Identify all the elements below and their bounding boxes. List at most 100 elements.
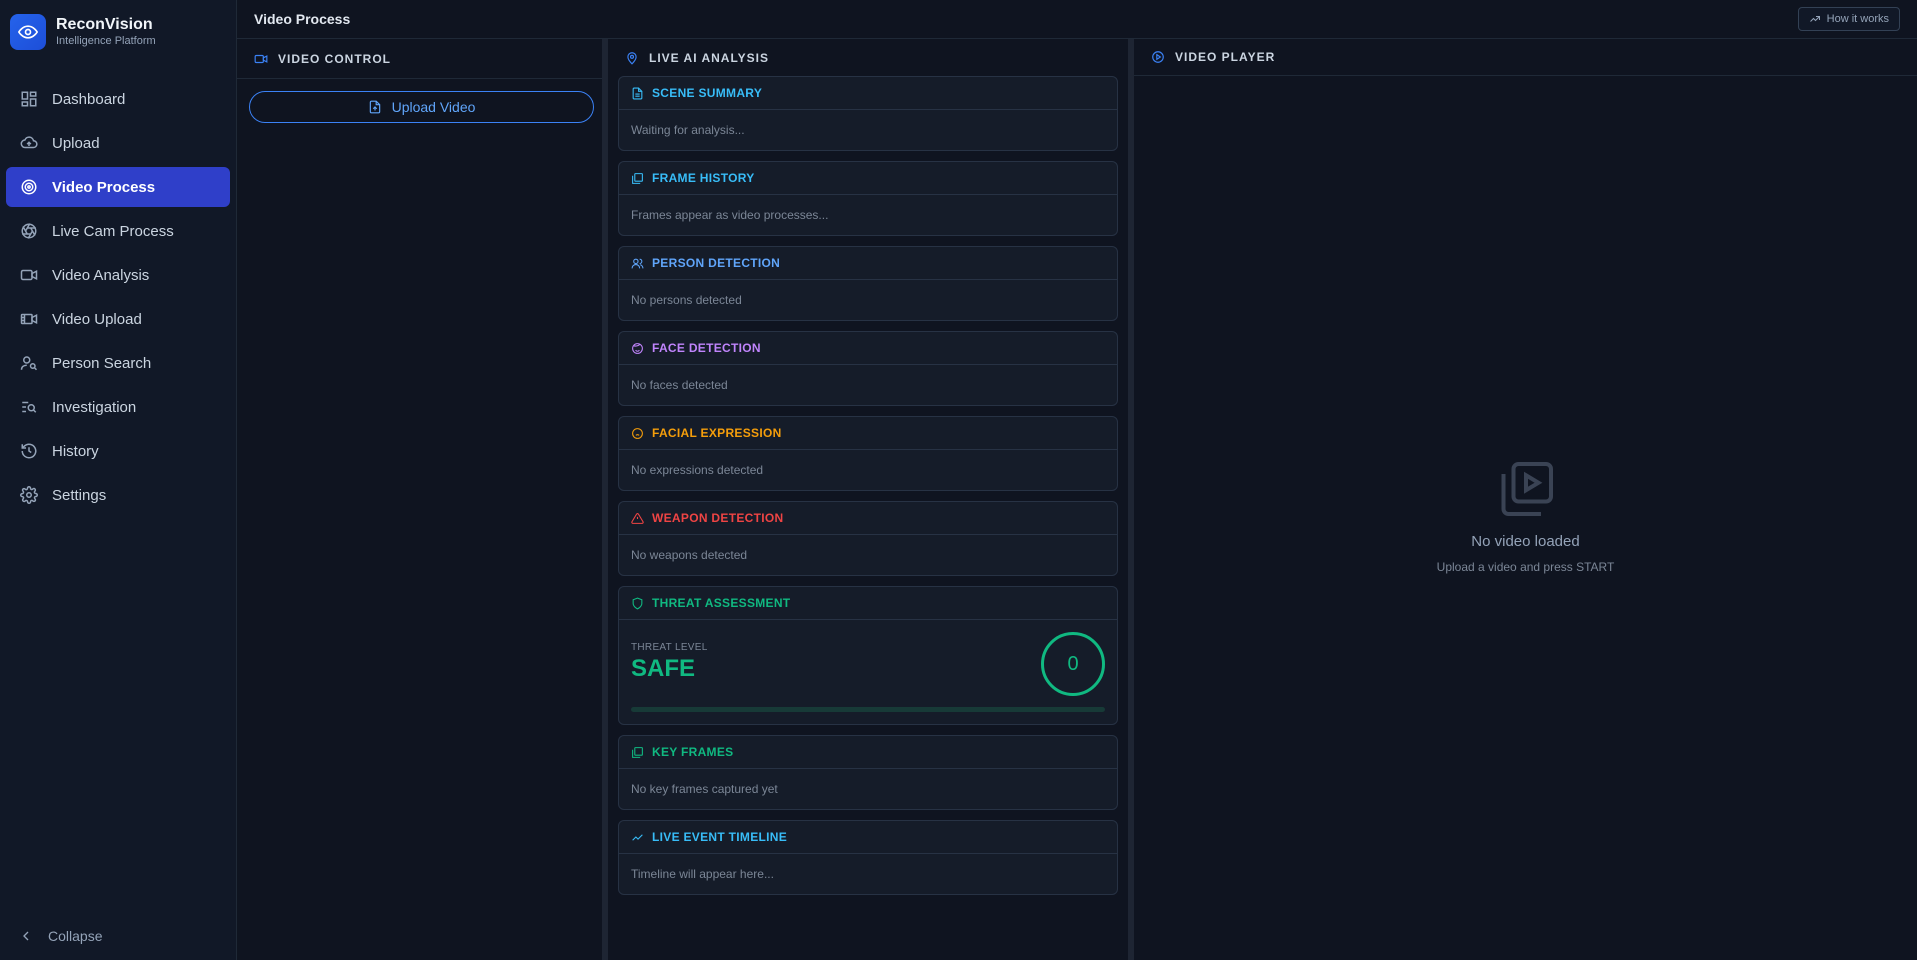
threat-level-label: THREAT LEVEL	[631, 642, 708, 653]
eye-icon	[10, 14, 46, 50]
face-icon	[632, 342, 643, 354]
video-player-header: VIDEO PLAYER	[1134, 39, 1917, 76]
card-text: No weapons detected	[631, 548, 748, 562]
cloud-upload-icon	[20, 136, 38, 149]
card-header: LIVE EVENT TIMELINE	[619, 821, 1117, 854]
video-control-panel: VIDEO CONTROL Upload Video	[237, 39, 608, 960]
live-ai-analysis-panel: LIVE AI ANALYSIS SCENE SUMMARY Waiting f…	[608, 39, 1134, 960]
how-it-works-button[interactable]: How it works	[1797, 7, 1900, 31]
card-title: FACIAL EXPRESSION	[652, 426, 782, 440]
card-header: PERSON DETECTION	[619, 247, 1117, 280]
shield-icon	[632, 597, 643, 610]
video-camera-icon	[20, 269, 38, 281]
card-header: FACIAL EXPRESSION	[619, 417, 1117, 450]
panel-title: VIDEO CONTROL	[278, 51, 392, 66]
video-camera-icon	[254, 54, 268, 63]
player-empty-state: No video loaded Upload a video and press…	[1134, 459, 1917, 574]
key-frames-card: KEY FRAMES No key frames captured yet	[618, 735, 1118, 810]
sidebar-item-video-upload[interactable]: Video Upload	[6, 299, 230, 339]
card-title: THREAT ASSESSMENT	[652, 596, 791, 610]
sidebar-item-label: Investigation	[52, 398, 137, 416]
card-text: Timeline will appear here...	[631, 867, 774, 881]
users-icon	[631, 258, 644, 268]
card-title: LIVE EVENT TIMELINE	[652, 830, 788, 844]
threat-progress-bar	[631, 707, 1105, 712]
scene-summary-card: SCENE SUMMARY Waiting for analysis...	[618, 76, 1118, 151]
sidebar-item-label: Video Process	[52, 178, 156, 196]
sidebar-item-settings[interactable]: Settings	[6, 475, 230, 515]
sidebar-item-label: Upload	[52, 134, 100, 152]
brand-subtitle: Intelligence Platform	[56, 34, 156, 47]
sidebar-item-label: Settings	[52, 486, 107, 504]
upload-video-button[interactable]: Upload Video	[249, 91, 594, 123]
card-header: KEY FRAMES	[619, 736, 1117, 769]
card-text: Frames appear as video processes...	[631, 208, 829, 222]
page-title: Video Process	[254, 11, 351, 27]
sidebar: ReconVision Intelligence Platform Dashbo…	[0, 0, 237, 960]
card-title: FACE DETECTION	[652, 341, 761, 355]
card-text: Waiting for analysis...	[631, 123, 745, 137]
location-pin-icon	[627, 51, 637, 65]
list-search-icon	[22, 401, 37, 413]
person-detection-card: PERSON DETECTION No persons detected	[618, 246, 1118, 321]
card-title: PERSON DETECTION	[652, 256, 781, 270]
panel-title: VIDEO PLAYER	[1175, 50, 1276, 64]
target-icon	[21, 179, 37, 195]
history-icon	[21, 443, 37, 459]
sidebar-item-label: Video Analysis	[52, 266, 150, 284]
card-title: SCENE SUMMARY	[652, 86, 763, 100]
empty-title: No video loaded	[1471, 533, 1580, 550]
play-circle-icon	[1152, 51, 1164, 63]
brand[interactable]: ReconVision Intelligence Platform	[0, 0, 236, 64]
threat-score: 0	[1067, 652, 1079, 675]
trend-icon	[632, 833, 643, 841]
sidebar-item-person-search[interactable]: Person Search	[6, 343, 230, 383]
collapse-label: Collapse	[48, 928, 103, 944]
how-it-works-label: How it works	[1826, 13, 1889, 25]
card-title: FRAME HISTORY	[652, 171, 755, 185]
sidebar-item-history[interactable]: History	[6, 431, 230, 471]
video-library-icon	[1501, 462, 1553, 516]
main-area: Video Process How it works VIDEO CONTROL…	[237, 0, 1917, 960]
live-event-timeline-card: LIVE EVENT TIMELINE Timeline will appear…	[618, 820, 1118, 895]
card-header: SCENE SUMMARY	[619, 77, 1117, 110]
sidebar-item-video-analysis[interactable]: Video Analysis	[6, 255, 230, 295]
chevron-left-icon	[23, 931, 29, 941]
card-text: No key frames captured yet	[631, 782, 778, 796]
sidebar-item-dashboard[interactable]: Dashboard	[6, 79, 230, 119]
sidebar-item-live-cam-process[interactable]: Live Cam Process	[6, 211, 230, 251]
dashboard-icon	[21, 91, 37, 107]
sidebar-nav: Dashboard Upload Video Process Live Cam …	[0, 79, 236, 515]
panels: VIDEO CONTROL Upload Video LIVE AI ANALY…	[237, 39, 1917, 960]
threat-level-value: SAFE	[631, 655, 696, 682]
sidebar-item-upload[interactable]: Upload	[6, 123, 230, 163]
brand-name: ReconVision	[56, 15, 153, 33]
weapon-detection-card: WEAPON DETECTION No weapons detected	[618, 501, 1118, 576]
live-ai-analysis-header: LIVE AI ANALYSIS	[618, 39, 1118, 76]
sidebar-item-investigation[interactable]: Investigation	[6, 387, 230, 427]
card-header: WEAPON DETECTION	[619, 502, 1117, 535]
card-text: No persons detected	[631, 293, 742, 307]
card-title: WEAPON DETECTION	[652, 511, 784, 525]
sidebar-item-video-process[interactable]: Video Process	[6, 167, 230, 207]
sidebar-item-label: Dashboard	[52, 90, 126, 108]
aperture-icon	[21, 223, 37, 239]
smiley-icon	[632, 427, 643, 439]
film-icon	[20, 313, 38, 325]
card-title: KEY FRAMES	[652, 745, 734, 759]
threat-assessment-card: THREAT ASSESSMENT THREAT LEVEL SAFE 0	[618, 586, 1118, 725]
collapse-button[interactable]: Collapse	[18, 928, 102, 944]
card-text: No faces detected	[631, 378, 728, 392]
file-upload-icon	[369, 100, 380, 114]
app-root: ReconVision Intelligence Platform Dashbo…	[0, 0, 1917, 960]
sidebar-item-label: Live Cam Process	[52, 222, 174, 240]
video-control-header: VIDEO CONTROL	[237, 39, 602, 79]
frame-history-card: FRAME HISTORY Frames appear as video pro…	[618, 161, 1118, 236]
person-search-icon	[20, 356, 38, 371]
warning-triangle-icon	[631, 512, 644, 524]
gallery-icon	[632, 746, 643, 758]
facial-expression-card: FACIAL EXPRESSION No expressions detecte…	[618, 416, 1118, 491]
sidebar-item-label: History	[52, 442, 99, 460]
sidebar-item-label: Video Upload	[52, 310, 142, 328]
face-detection-card: FACE DETECTION No faces detected	[618, 331, 1118, 406]
